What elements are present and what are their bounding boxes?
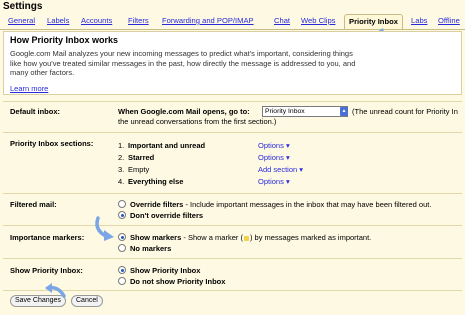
section-number: 4. [118, 177, 125, 186]
settings-tabs: General Labels Accounts Filters Forwardi… [0, 14, 465, 30]
show-markers-radio[interactable] [118, 233, 126, 241]
priority-inbox-intro: How Priority Inbox works Google.com Mail… [3, 31, 462, 95]
tab-labs[interactable]: Labs [411, 15, 427, 27]
dont-override-filters-radio[interactable] [118, 211, 126, 219]
section-name: Empty [128, 165, 150, 174]
divider [3, 101, 462, 102]
divider [3, 258, 462, 259]
section-name: Everything else [128, 177, 184, 186]
override-filters-text: Override filters - Include important mes… [130, 200, 432, 209]
cancel-button[interactable]: Cancel [71, 295, 103, 307]
section-number: 2. [118, 153, 125, 162]
tab-labels[interactable]: Labels [47, 15, 69, 27]
tab-general[interactable]: General [8, 15, 35, 27]
intro-title: How Priority Inbox works [10, 35, 119, 45]
sections-label: Priority Inbox sections: [10, 139, 94, 148]
page-title: Settings [3, 1, 43, 12]
no-markers-radio[interactable] [118, 244, 126, 252]
importance-markers-label: Importance markers: [10, 233, 85, 242]
section-name: Important and unread [128, 141, 206, 150]
show-priority-inbox-text: Show Priority Inbox [130, 266, 201, 275]
hide-priority-inbox-text: Do not show Priority Inbox [130, 277, 226, 286]
show-priority-inbox-radio[interactable] [118, 266, 126, 274]
no-markers-text: No markers [130, 244, 172, 253]
callout-arrow-icon [45, 283, 66, 298]
intro-text: Google.com Mail analyzes your new incomi… [10, 49, 356, 78]
tab-web-clips[interactable]: Web Clips [301, 15, 335, 27]
divider [3, 225, 462, 226]
section-number: 1. [118, 141, 125, 150]
tab-accounts[interactable]: Accounts [81, 15, 112, 27]
default-inbox-prompt: When Google.com Mail opens, go to: [118, 107, 250, 116]
importance-marker-icon [243, 235, 249, 241]
section-options-link[interactable]: Options ▾ [258, 153, 290, 162]
callout-arrow-icon [95, 216, 114, 241]
divider [3, 193, 462, 194]
tab-divider [0, 29, 465, 30]
override-filters-radio[interactable] [118, 200, 126, 208]
divider [3, 290, 462, 291]
add-section-link[interactable]: Add section ▾ [258, 165, 303, 174]
hide-priority-inbox-radio[interactable] [118, 277, 126, 285]
settings-page: Settings General Labels Accounts Filters… [0, 0, 465, 315]
section-name: Starred [128, 153, 155, 162]
default-inbox-note: (The unread count for Priority In [352, 107, 458, 116]
show-priority-label: Show Priority Inbox: [10, 266, 83, 275]
section-options-link[interactable]: Options ▾ [258, 141, 290, 150]
section-options-link[interactable]: Options ▾ [258, 177, 290, 186]
default-inbox-label: Default inbox: [10, 107, 60, 116]
default-inbox-note-2: the unread conversations from the first … [118, 117, 277, 126]
section-number: 3. [118, 165, 125, 174]
chevron-down-icon[interactable]: ▲ [340, 107, 348, 116]
learn-more-link[interactable]: Learn more [10, 84, 48, 93]
filtered-mail-label: Filtered mail: [10, 200, 57, 209]
dont-override-filters-text: Don't override filters [130, 211, 204, 220]
show-markers-text: Show markers - Show a marker () by messa… [130, 233, 372, 242]
tab-chat[interactable]: Chat [274, 15, 290, 27]
divider [3, 132, 462, 133]
tab-filters[interactable]: Filters [128, 15, 149, 27]
tab-offline[interactable]: Offline [438, 15, 460, 27]
default-inbox-select[interactable]: Priority Inbox [262, 106, 348, 117]
tab-forwarding[interactable]: Forwarding and POP/IMAP [162, 15, 254, 27]
